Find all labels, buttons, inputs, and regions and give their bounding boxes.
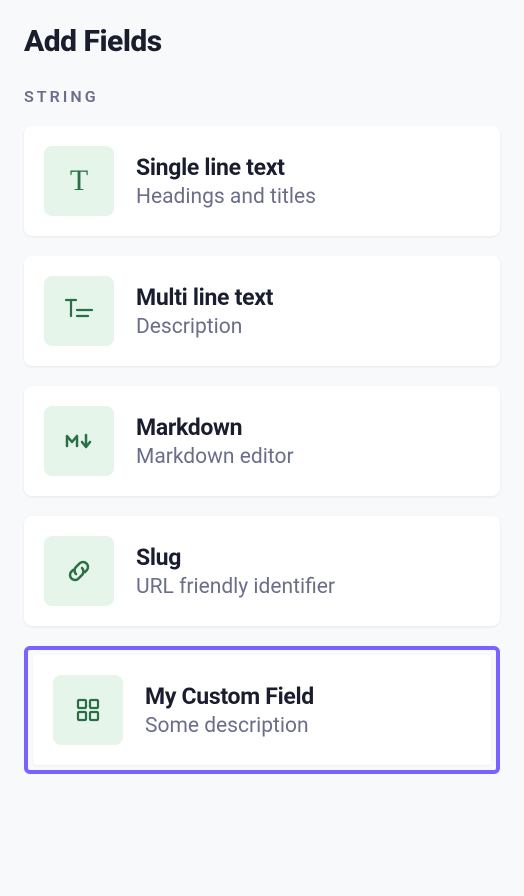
field-option-slug[interactable]: Slug URL friendly identifier: [24, 516, 500, 626]
slug-icon: [44, 536, 114, 606]
markdown-icon: [44, 406, 114, 476]
field-option-custom-field[interactable]: My Custom Field Some description: [24, 646, 500, 774]
field-title: Single line text: [136, 154, 316, 181]
field-text: Multi line text Description: [136, 284, 273, 339]
section-label-string: STRING: [24, 87, 500, 106]
field-text: Markdown Markdown editor: [136, 414, 294, 469]
custom-field-icon: [53, 675, 123, 745]
field-desc: Description: [136, 315, 273, 339]
text-icon: T: [44, 146, 114, 216]
field-title: Slug: [136, 544, 335, 571]
field-text: Single line text Headings and titles: [136, 154, 316, 209]
field-desc: Markdown editor: [136, 445, 294, 469]
field-desc: Some description: [145, 714, 314, 738]
field-desc: Headings and titles: [136, 185, 316, 209]
field-title: Markdown: [136, 414, 294, 441]
field-text: My Custom Field Some description: [145, 683, 314, 738]
field-title: My Custom Field: [145, 683, 314, 710]
field-text: Slug URL friendly identifier: [136, 544, 335, 599]
field-option-markdown[interactable]: Markdown Markdown editor: [24, 386, 500, 496]
field-list: T Single line text Headings and titles M…: [24, 126, 500, 774]
field-option-single-line-text[interactable]: T Single line text Headings and titles: [24, 126, 500, 236]
field-option-multiline-text[interactable]: Multi line text Description: [24, 256, 500, 366]
page-title: Add Fields: [24, 24, 500, 59]
field-desc: URL friendly identifier: [136, 575, 335, 599]
field-title: Multi line text: [136, 284, 273, 311]
multiline-text-icon: [44, 276, 114, 346]
